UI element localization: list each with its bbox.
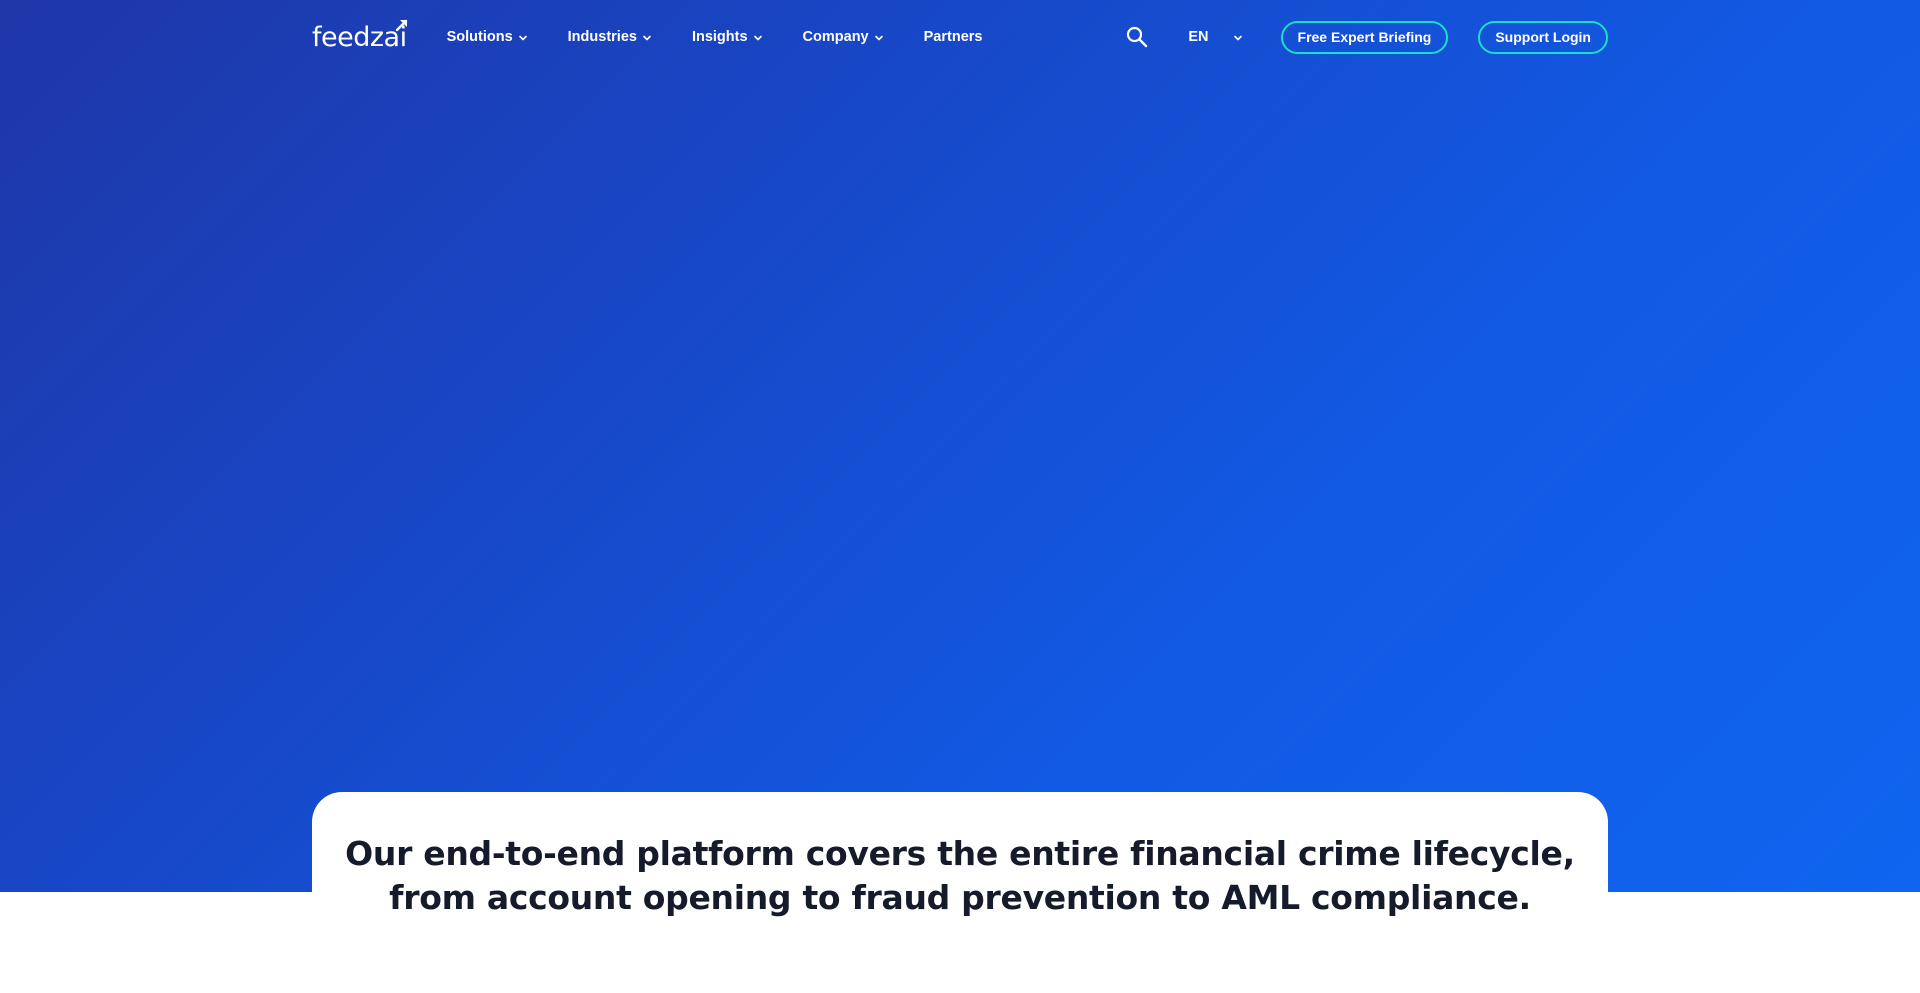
support-login-button[interactable]: Support Login [1478, 20, 1608, 54]
chevron-down-icon [874, 35, 883, 41]
logo-wordmark: feedzai [312, 22, 407, 53]
nav-item-company[interactable]: Company [803, 29, 884, 45]
search-icon [1127, 26, 1148, 48]
nav-item-partners[interactable]: Partners [924, 29, 983, 45]
nav-item-insights[interactable]: Insights [692, 29, 763, 45]
nav-item-label: Company [802, 29, 869, 45]
nav-actions: EN Free Expert Briefing Support Login [1124, 20, 1608, 54]
intro-line-1: Our end-to-end platform covers the entir… [345, 834, 1575, 873]
nav-item-label: Solutions [446, 29, 513, 45]
chevron-down-icon [1233, 35, 1242, 41]
intro-heading: Our end-to-end platform covers the entir… [312, 832, 1608, 920]
nav-item-label: Insights [691, 29, 748, 45]
hero-banner: feedzai Solutions Industries Insights Co… [0, 0, 1920, 892]
language-label: EN [1188, 29, 1209, 45]
nav-item-solutions[interactable]: Solutions [447, 29, 528, 45]
language-selector[interactable]: EN [1188, 29, 1242, 45]
main-navigation: feedzai Solutions Industries Insights Co… [312, 0, 1608, 74]
feedzai-logo[interactable]: feedzai [312, 19, 407, 56]
arrow-up-right-icon [395, 19, 407, 32]
nav-item-industries[interactable]: Industries [568, 29, 652, 45]
nav-item-label: Partners [923, 29, 983, 45]
nav-item-label: Industries [567, 29, 637, 45]
search-button[interactable] [1124, 24, 1150, 50]
free-expert-briefing-button[interactable]: Free Expert Briefing [1280, 20, 1449, 54]
chevron-down-icon [518, 35, 527, 41]
primary-menu: Solutions Industries Insights Company Pa… [447, 29, 1023, 45]
intro-card: Our end-to-end platform covers the entir… [312, 792, 1608, 993]
chevron-down-icon [753, 35, 762, 41]
intro-line-2: from account opening to fraud prevention… [389, 878, 1531, 917]
chevron-down-icon [643, 35, 651, 41]
